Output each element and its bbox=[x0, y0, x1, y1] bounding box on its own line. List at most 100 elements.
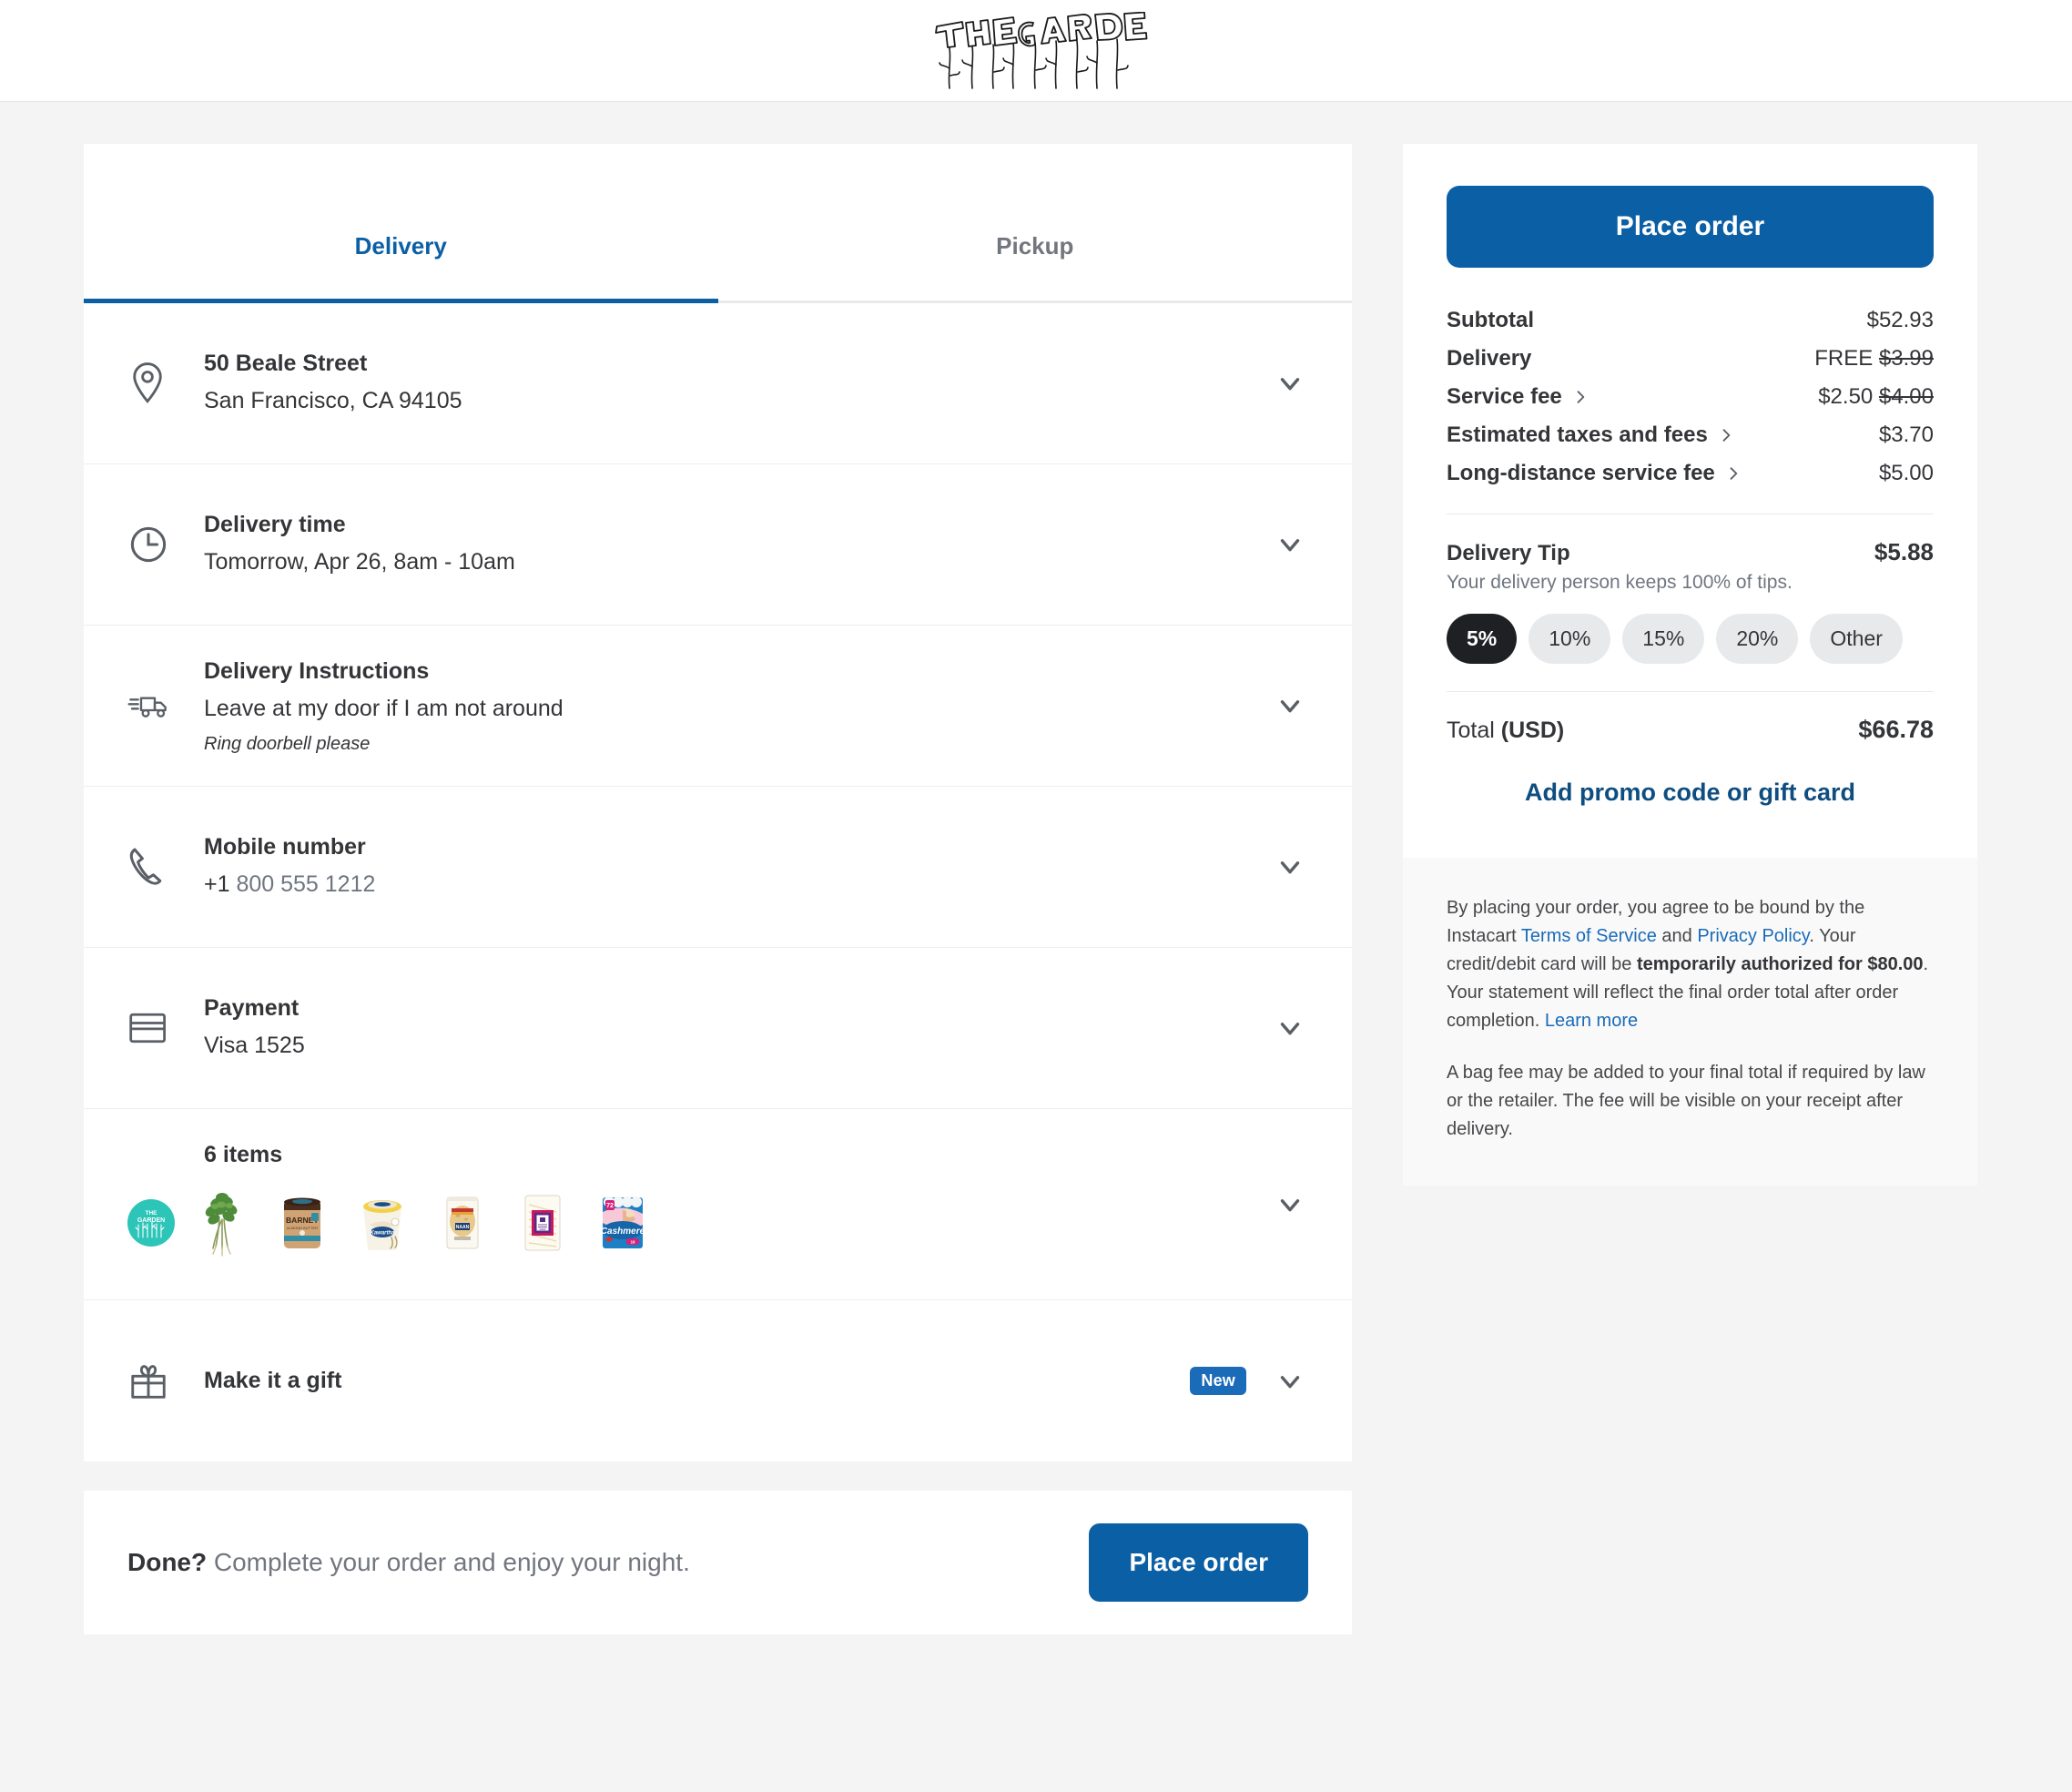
total-value-service-fee: $2.50 $4.00 bbox=[1818, 384, 1934, 410]
mobile-number-chevron-down-icon[interactable] bbox=[1265, 841, 1315, 892]
total-line-delivery: Delivery FREE $3.99 bbox=[1447, 346, 1934, 372]
delivery-original-price: $3.99 bbox=[1878, 346, 1934, 371]
items-count-label: 6 items bbox=[204, 1142, 283, 1167]
svg-text:NAAN: NAAN bbox=[456, 1225, 470, 1230]
location-pin-icon bbox=[127, 361, 193, 406]
delivery-time-title: Delivery time bbox=[204, 512, 346, 538]
legal-paragraph-authorization: By placing your order, you agree to be b… bbox=[1447, 894, 1934, 1035]
legal-authorization-amount: temporarily authorized for $80.00 bbox=[1636, 954, 1924, 974]
delivery-tip-section: Delivery Tip $5.88 Your delivery person … bbox=[1447, 538, 1934, 664]
address-chevron-down-icon[interactable] bbox=[1265, 358, 1315, 409]
tip-option-15-percent[interactable]: 15% bbox=[1622, 614, 1705, 664]
make-it-a-gift-right: New bbox=[1190, 1356, 1315, 1407]
delivery-tip-amount: $5.88 bbox=[1874, 538, 1934, 565]
credit-card-icon bbox=[127, 1011, 193, 1045]
site-header bbox=[0, 0, 2072, 102]
tip-option-other[interactable]: Other bbox=[1810, 614, 1903, 664]
tip-option-10-percent[interactable]: 10% bbox=[1529, 614, 1611, 664]
make-it-a-gift-chevron-down-icon[interactable] bbox=[1265, 1356, 1315, 1407]
tip-option-5-percent[interactable]: 5% bbox=[1447, 614, 1518, 664]
tip-option-20-percent[interactable]: 20% bbox=[1716, 614, 1799, 664]
place-order-button-primary[interactable]: Place order bbox=[1447, 186, 1934, 268]
make-it-a-gift-row[interactable]: Make it a gift New bbox=[84, 1300, 1352, 1461]
item-thumbnail-naan-flatbread-pouch: NAAN bbox=[430, 1185, 495, 1261]
delivery-time-value: Tomorrow, Apr 26, 8am - 10am bbox=[204, 549, 515, 575]
mobile-number-row[interactable]: Mobile number +1 800 555 1212 bbox=[84, 787, 1352, 948]
service-fee-text: Service fee bbox=[1447, 384, 1562, 409]
items-row[interactable]: 6 items THE GARDEN BARNEY ALMOND BUTTER … bbox=[84, 1109, 1352, 1300]
payment-row[interactable]: Payment Visa 1525 bbox=[84, 948, 1352, 1109]
grand-total-currency: (USD) bbox=[1500, 718, 1565, 743]
total-value-subtotal: $52.93 bbox=[1866, 308, 1934, 332]
service-fee-discounted: $2.50 bbox=[1818, 384, 1874, 409]
payment-chevron-down-icon[interactable] bbox=[1265, 1003, 1315, 1054]
delivery-time-chevron-down-icon[interactable] bbox=[1265, 519, 1315, 570]
legal-disclaimer-panel: By placing your order, you agree to be b… bbox=[1403, 858, 1977, 1186]
total-label-delivery: Delivery bbox=[1447, 346, 1532, 371]
place-order-button-bottom[interactable]: Place order bbox=[1089, 1523, 1308, 1602]
learn-more-link[interactable]: Learn more bbox=[1545, 1011, 1638, 1031]
payment-body: Payment Visa 1525 bbox=[193, 993, 1265, 1062]
item-thumbnail-shredded-cheese-bag bbox=[510, 1185, 575, 1261]
total-value-taxes-and-fees: $3.70 bbox=[1878, 423, 1934, 447]
svg-text:ALMOND BUTTER: ALMOND BUTTER bbox=[287, 1226, 318, 1230]
taxes-and-fees-chevron-right-icon[interactable] bbox=[1717, 426, 1735, 444]
delivery-instructions-row[interactable]: Delivery Instructions Leave at my door i… bbox=[84, 626, 1352, 787]
svg-text:Cashmere: Cashmere bbox=[601, 1227, 645, 1237]
legal-paragraph-bag-fee: A bag fee may be added to your final tot… bbox=[1447, 1063, 1925, 1139]
delivery-tip-options: 5% 10% 15% 20% Other bbox=[1447, 614, 1934, 664]
service-fee-original-price: $4.00 bbox=[1878, 384, 1934, 409]
terms-of-service-link[interactable]: Terms of Service bbox=[1521, 926, 1657, 946]
svg-text:16: 16 bbox=[630, 1240, 635, 1245]
delivery-tip-header: Delivery Tip $5.88 bbox=[1447, 538, 1934, 566]
delivery-time-body: Delivery time Tomorrow, Apr 26, 8am - 10… bbox=[193, 510, 1265, 578]
long-distance-fee-chevron-right-icon[interactable] bbox=[1724, 464, 1742, 483]
delivery-instructions-body: Delivery Instructions Leave at my door i… bbox=[193, 657, 1265, 754]
make-it-a-gift-body: Make it a gift bbox=[193, 1366, 1190, 1396]
total-line-long-distance-fee[interactable]: Long-distance service fee $5.00 bbox=[1447, 461, 1934, 486]
gift-icon bbox=[127, 1359, 193, 1403]
total-value-long-distance-fee: $5.00 bbox=[1878, 461, 1934, 485]
payment-title: Payment bbox=[204, 995, 300, 1022]
checkout-card: Delivery Pickup 50 Beale Street San Fran… bbox=[84, 144, 1352, 1461]
delivery-time-row[interactable]: Delivery time Tomorrow, Apr 26, 8am - 10… bbox=[84, 464, 1352, 626]
items-chevron-down-icon[interactable] bbox=[1265, 1179, 1315, 1230]
delivery-instructions-title: Delivery Instructions bbox=[204, 658, 430, 685]
grand-total-row: Total (USD) $66.78 bbox=[1447, 716, 1934, 744]
total-line-service-fee[interactable]: Service fee $2.50 $4.00 bbox=[1447, 384, 1934, 410]
delivery-tip-title: Delivery Tip bbox=[1447, 541, 1570, 565]
tab-delivery[interactable]: Delivery bbox=[84, 144, 718, 303]
mobile-number-digits: 800 555 1212 bbox=[236, 871, 376, 898]
items-body: 6 items THE GARDEN BARNEY ALMOND BUTTER … bbox=[127, 1142, 1265, 1261]
fulfillment-tabs: Delivery Pickup bbox=[84, 144, 1352, 303]
total-line-subtotal: Subtotal $52.93 bbox=[1447, 308, 1934, 333]
payment-method-value: Visa 1525 bbox=[204, 1033, 305, 1059]
total-line-taxes-and-fees[interactable]: Estimated taxes and fees $3.70 bbox=[1447, 423, 1934, 448]
add-promo-code-link[interactable]: Add promo code or gift card bbox=[1447, 779, 1934, 807]
total-label-service-fee: Service fee bbox=[1447, 384, 1590, 410]
svg-text:GARDEN: GARDEN bbox=[137, 1217, 165, 1224]
bottom-cta-bar: Done? Complete your order and enjoy your… bbox=[84, 1491, 1352, 1634]
item-thumbnail-barney-almond-butter-jar: BARNEY ALMOND BUTTER bbox=[269, 1185, 335, 1261]
order-summary-card: Place order Subtotal $52.93 Delivery FRE… bbox=[1403, 144, 1977, 858]
phone-icon bbox=[127, 845, 193, 889]
tab-pickup[interactable]: Pickup bbox=[718, 144, 1353, 300]
mobile-number-country-code: +1 bbox=[204, 871, 230, 898]
cta-prompt: Done? Complete your order and enjoy your… bbox=[127, 1548, 690, 1577]
the-garden-store-avatar: THE GARDEN bbox=[127, 1199, 175, 1247]
mobile-number-body: Mobile number +1 800 555 1212 bbox=[193, 832, 1265, 901]
garden-flowers-logo[interactable] bbox=[922, 11, 1150, 90]
summary-divider-bottom bbox=[1447, 691, 1934, 692]
privacy-policy-link[interactable]: Privacy Policy bbox=[1697, 926, 1809, 946]
total-label-taxes-and-fees: Estimated taxes and fees bbox=[1447, 423, 1735, 448]
address-title: 50 Beale Street bbox=[204, 351, 368, 377]
delivery-tip-subtitle: Your delivery person keeps 100% of tips. bbox=[1447, 572, 1793, 593]
clock-icon bbox=[127, 524, 193, 565]
items-thumbnail-strip: THE GARDEN BARNEY ALMOND BUTTER Kawartha… bbox=[127, 1185, 1265, 1261]
delivery-instructions-chevron-down-icon[interactable] bbox=[1265, 680, 1315, 731]
service-fee-chevron-right-icon[interactable] bbox=[1571, 388, 1590, 406]
item-thumbnail-cashmere-toilet-paper-pack: Cashmere 72 16 bbox=[590, 1185, 655, 1261]
total-value-delivery: FREE $3.99 bbox=[1814, 346, 1934, 372]
address-row[interactable]: 50 Beale Street San Francisco, CA 94105 bbox=[84, 303, 1352, 464]
cta-prompt-bold: Done? bbox=[127, 1548, 208, 1576]
